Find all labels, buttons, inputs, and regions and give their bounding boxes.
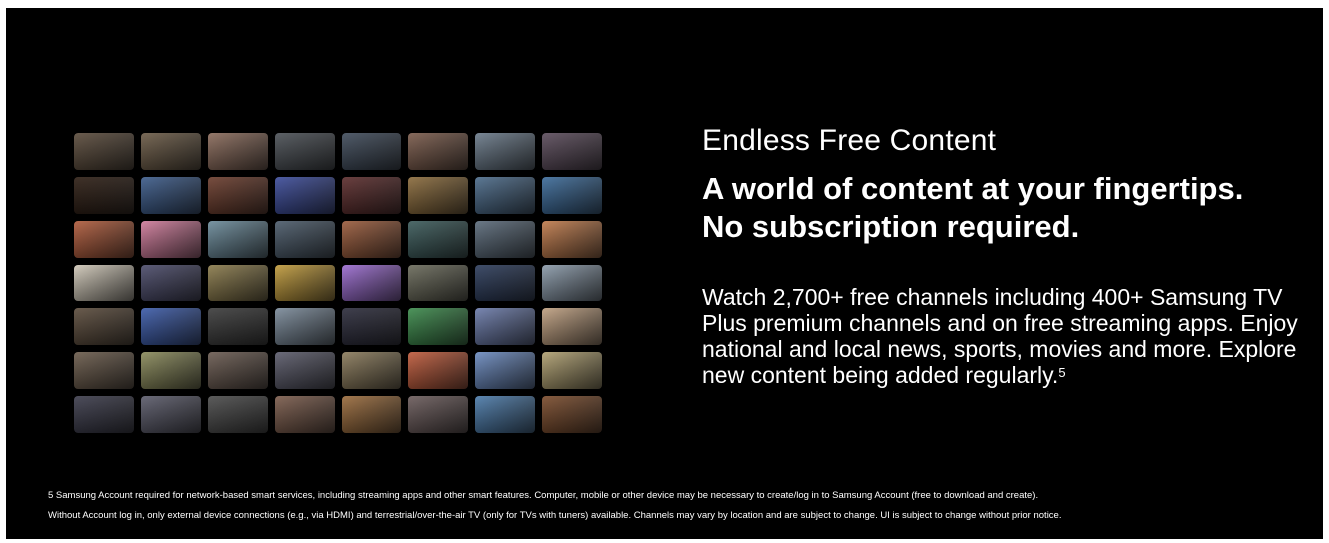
content-thumbnail xyxy=(207,176,268,214)
content-thumbnail xyxy=(207,352,268,390)
content-thumbnail xyxy=(542,396,602,433)
content-thumbnail xyxy=(475,396,536,433)
content-thumbnail xyxy=(408,308,469,346)
section-body: Watch 2,700+ free channels including 400… xyxy=(702,284,1308,388)
footnote-disclaimer: 5 Samsung Account required for network-b… xyxy=(48,486,1298,526)
content-thumbnail xyxy=(341,133,402,170)
content-thumbnail xyxy=(74,264,134,302)
content-thumbnail xyxy=(140,308,201,346)
content-thumbnail xyxy=(475,308,536,346)
content-thumbnail xyxy=(140,133,201,170)
content-thumbnail xyxy=(475,133,536,170)
content-thumbnail xyxy=(74,220,134,258)
content-thumbnail xyxy=(341,264,402,302)
body-text: Watch 2,700+ free channels including 400… xyxy=(702,284,1298,388)
content-thumbnail-mosaic xyxy=(74,133,602,433)
section-headline: A world of content at your fingertips. N… xyxy=(702,170,1312,246)
content-thumbnail xyxy=(408,133,469,170)
content-thumbnail xyxy=(74,133,134,170)
content-thumbnail xyxy=(542,220,602,258)
content-thumbnail xyxy=(274,264,335,302)
content-thumbnail xyxy=(274,176,335,214)
content-thumbnail xyxy=(341,220,402,258)
content-thumbnail xyxy=(74,352,134,390)
content-thumbnail xyxy=(542,308,602,346)
promo-banner: Endless Free Content A world of content … xyxy=(6,8,1323,539)
content-thumbnail xyxy=(274,352,335,390)
content-thumbnail xyxy=(408,220,469,258)
content-thumbnail xyxy=(542,176,602,214)
content-thumbnail xyxy=(341,308,402,346)
headline-line-1: A world of content at your fingertips. xyxy=(702,171,1244,206)
content-thumbnail xyxy=(140,396,201,433)
content-thumbnail xyxy=(408,264,469,302)
content-thumbnail xyxy=(408,176,469,214)
content-thumbnail xyxy=(140,176,201,214)
content-thumbnail xyxy=(542,264,602,302)
content-thumbnail xyxy=(408,396,469,433)
content-thumbnail xyxy=(341,352,402,390)
content-thumbnail xyxy=(140,352,201,390)
content-thumbnail xyxy=(140,264,201,302)
disclaimer-line-2: Without Account log in, only external de… xyxy=(48,510,1062,521)
content-thumbnail xyxy=(207,133,268,170)
content-thumbnail xyxy=(74,308,134,346)
content-thumbnail xyxy=(341,176,402,214)
content-thumbnail xyxy=(274,133,335,170)
content-thumbnail xyxy=(207,308,268,346)
content-thumbnail xyxy=(274,396,335,433)
content-thumbnail xyxy=(341,396,402,433)
content-thumbnail xyxy=(542,133,602,170)
section-eyebrow: Endless Free Content xyxy=(702,124,997,157)
content-thumbnail xyxy=(207,264,268,302)
content-thumbnail xyxy=(274,220,335,258)
footnote-ref: 5 xyxy=(1058,365,1066,380)
content-thumbnail xyxy=(207,220,268,258)
content-thumbnail xyxy=(542,352,602,390)
disclaimer-line-1: 5 Samsung Account required for network-b… xyxy=(48,490,1039,501)
content-thumbnail xyxy=(74,396,134,433)
content-thumbnail xyxy=(408,352,469,390)
content-thumbnail xyxy=(475,352,536,390)
content-thumbnail xyxy=(207,396,268,433)
content-thumbnail xyxy=(140,220,201,258)
content-thumbnail xyxy=(74,176,134,214)
content-thumbnail xyxy=(475,176,536,214)
promo-copy: Endless Free Content A world of content … xyxy=(702,124,1312,388)
content-thumbnail xyxy=(274,308,335,346)
content-thumbnail xyxy=(475,220,536,258)
content-thumbnail xyxy=(475,264,536,302)
headline-line-2: No subscription required. xyxy=(702,209,1080,244)
